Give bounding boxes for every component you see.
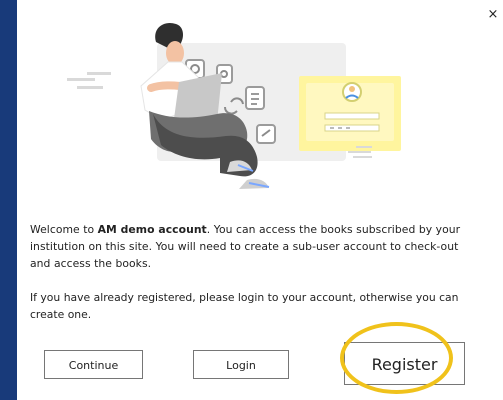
avatar-head	[349, 86, 355, 92]
continue-button[interactable]: Continue	[44, 350, 143, 379]
login-button[interactable]: Login	[193, 350, 289, 379]
speed-line	[77, 86, 103, 89]
username-field-illustration	[324, 112, 380, 120]
close-icon[interactable]: ×	[486, 8, 500, 22]
speed-line	[87, 72, 111, 75]
registration-instructions: If you have already registered, please l…	[30, 291, 459, 321]
person-face	[166, 41, 184, 65]
account-name: AM demo account	[97, 223, 207, 236]
speed-line	[348, 151, 371, 153]
speed-line	[67, 78, 95, 81]
login-dialog: × Welcome to AM demo account. You can ac…	[17, 0, 503, 400]
welcome-prefix: Welcome to	[30, 223, 98, 236]
speed-line	[353, 156, 372, 158]
person-laptop-illustration	[67, 22, 401, 189]
register-button[interactable]: Register	[344, 342, 465, 385]
welcome-message: Welcome to AM demo account. You can acce…	[30, 221, 480, 272]
speed-line	[356, 146, 372, 148]
